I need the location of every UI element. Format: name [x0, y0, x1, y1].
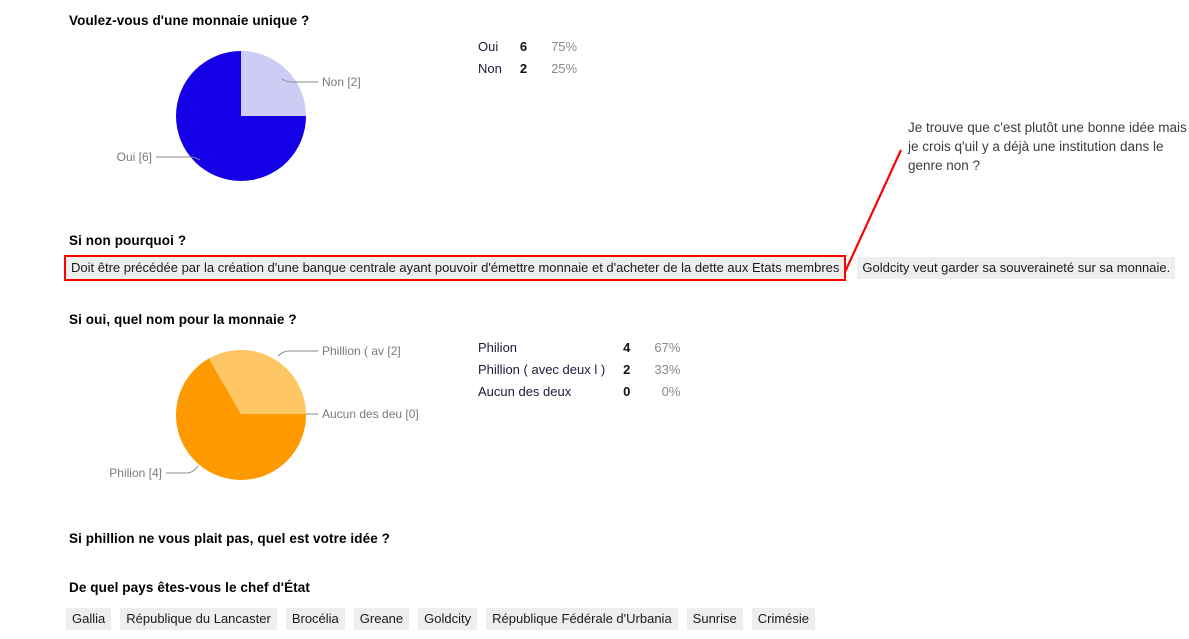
country-tag[interactable]: Goldcity — [418, 608, 478, 630]
legend-label: Oui — [478, 39, 499, 54]
reviewer-annotation-text: Je trouve que c'est plutôt une bonne idé… — [908, 120, 1187, 173]
leader-line-philion — [166, 465, 199, 474]
pie-chart-monnaie-unique: Non [2] Oui [6] — [90, 40, 420, 200]
pie-chart-nom-monnaie: Phillion ( av [2] Aucun des deu [0] Phil… — [90, 338, 440, 493]
country-tag[interactable]: Sunrise — [686, 608, 743, 630]
legend-count: 0 — [623, 384, 631, 399]
answer-chip-highlighted[interactable]: Doit être précédée par la création d'une… — [63, 255, 847, 281]
legend-percent: 33% — [654, 362, 681, 377]
country-tag[interactable]: République Fédérale d'Urbania — [486, 608, 678, 630]
country-tag[interactable]: Greane — [353, 608, 410, 630]
legend-table-q3: Philion 4 67% Phillion ( avec deux l ) 2… — [478, 341, 680, 407]
legend-label: Philion — [478, 340, 518, 355]
legend-row: Philion 4 67% — [478, 341, 680, 363]
pie-slice-non — [241, 51, 306, 116]
question-3-title: Si oui, quel nom pour la monnaie ? — [69, 312, 297, 327]
question-5-title: De quel pays êtes-vous le chef d'État — [69, 580, 310, 595]
question-2-title: Si non pourquoi ? — [69, 233, 187, 248]
legend-table-q1: Oui 6 75% Non 2 25% — [478, 40, 577, 84]
country-tag[interactable]: Gallia — [66, 608, 112, 630]
annotation-arrow-line — [844, 149, 902, 273]
answer-chip[interactable]: Goldcity veut garder sa souveraineté sur… — [857, 257, 1176, 279]
pie-label-phillion: Phillion ( av [2] — [322, 344, 401, 358]
country-tag[interactable]: Crimésie — [751, 608, 816, 630]
country-tag[interactable]: Brocélia — [285, 608, 345, 630]
legend-count: 6 — [519, 39, 528, 54]
legend-label: Non — [478, 61, 502, 76]
pie-chart-2-svg: Phillion ( av [2] Aucun des deu [0] Phil… — [109, 344, 419, 480]
legend-label: Phillion ( avec deux l ) — [478, 362, 606, 377]
legend-percent: 75% — [551, 39, 578, 54]
legend-count: 2 — [519, 61, 528, 76]
legend-row: Aucun des deux 0 0% — [478, 385, 680, 407]
question-4-title: Si phillion ne vous plait pas, quel est … — [69, 531, 391, 546]
legend-count: 2 — [623, 362, 631, 377]
legend-percent: 67% — [654, 340, 681, 355]
legend-row: Phillion ( avec deux l ) 2 33% — [478, 363, 680, 385]
legend-percent: 0% — [661, 384, 681, 399]
legend-row: Oui 6 75% — [478, 40, 577, 62]
answers-row-q2: Doit être précédée par la création d'une… — [63, 255, 1176, 281]
legend-count: 4 — [623, 340, 631, 355]
pie-label-philion: Philion [4] — [109, 466, 162, 480]
legend-percent: 25% — [551, 61, 578, 76]
leader-line-phillion — [277, 350, 318, 357]
country-tag-row: Gallia République du Lancaster Brocélia Gre… — [66, 608, 824, 630]
pie-chart-1-svg: Non [2] Oui [6] — [117, 51, 361, 181]
legend-row: Non 2 25% — [478, 62, 577, 84]
pie-label-non: Non [2] — [322, 75, 361, 89]
pie-label-oui: Oui [6] — [117, 150, 152, 164]
legend-label: Aucun des deux — [478, 384, 572, 399]
question-1-title: Voulez-vous d'une monnaie unique ? — [69, 13, 310, 28]
pie-label-aucun: Aucun des deu [0] — [322, 407, 419, 421]
country-tag[interactable]: République du Lancaster — [120, 608, 277, 630]
